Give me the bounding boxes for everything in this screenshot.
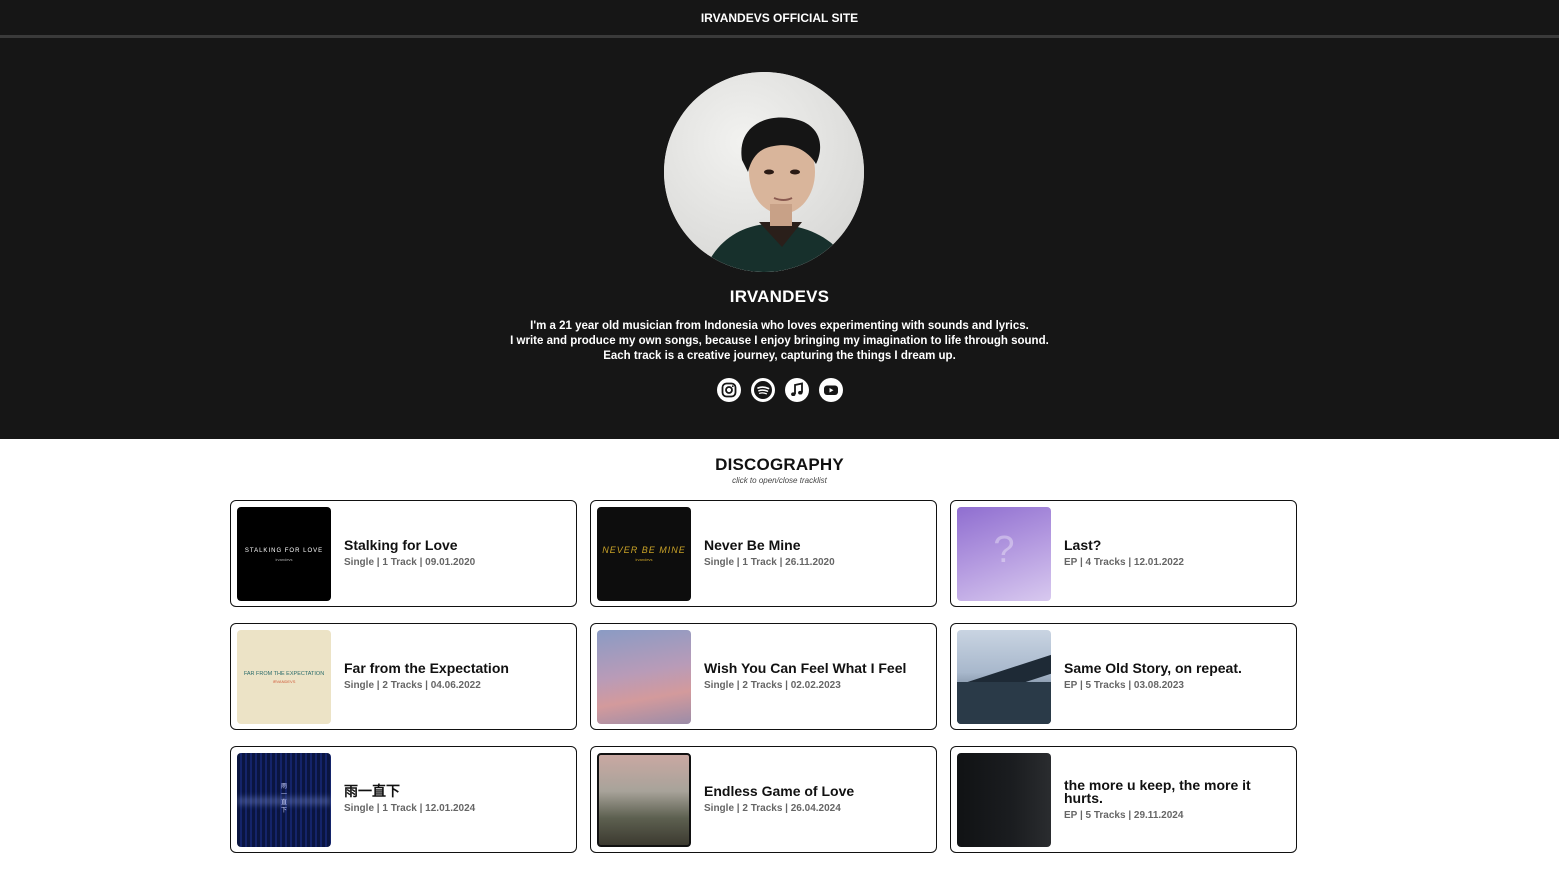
release-meta: Single | 1 Track | 26.11.2020: [704, 557, 835, 568]
site-header: IRVANDEVS OFFICIAL SITE: [0, 0, 1559, 38]
cover-text: FAR FROM THE EXPECTATION: [243, 670, 325, 677]
release-meta: Single | 1 Track | 09.01.2020: [344, 557, 476, 568]
release-title: Same Old Story, on repeat.: [1064, 660, 1242, 676]
album-cover: [957, 629, 1051, 724]
release-card[interactable]: Wish You Can Feel What I Feel Single | 2…: [590, 623, 937, 730]
album-cover: STALKING FOR LOVE irvandevs: [237, 506, 331, 601]
release-card[interactable]: the more u keep, the more it hurts. EP |…: [950, 746, 1297, 853]
release-card[interactable]: Same Old Story, on repeat. EP | 5 Tracks…: [950, 623, 1297, 730]
avatar-portrait: [664, 72, 864, 272]
bio-line: I'm a 21 year old musician from Indonesi…: [530, 320, 1029, 332]
cover-text: NEVER BE MINE: [602, 544, 686, 555]
release-title: Stalking for Love: [344, 537, 458, 553]
artist-name: IRVANDEVS: [729, 287, 830, 306]
avatar: [664, 72, 864, 272]
release-title: Last?: [1064, 537, 1102, 553]
release-meta: Single | 1 Track | 12.01.2024: [344, 803, 476, 814]
release-meta: EP | 5 Tracks | 03.08.2023: [1064, 680, 1184, 691]
release-card[interactable]: Endless Game of Love Single | 2 Tracks |…: [590, 746, 937, 853]
release-title: Far from the Expectation: [344, 660, 509, 676]
cover-text: 雨一直下: [280, 783, 287, 814]
release-title: the more u keep, the more it hurts.: [1064, 776, 1251, 806]
artist-bio: I'm a 21 year old musician from Indonesi…: [0, 319, 1559, 364]
release-meta: EP | 5 Tracks | 29.11.2024: [1064, 809, 1184, 821]
release-meta: Single | 2 Tracks | 02.02.2023: [704, 680, 841, 691]
bio-line: I write and produce my own songs, becaus…: [510, 335, 1049, 347]
cover-text: STALKING FOR LOVE: [244, 547, 324, 554]
release-title: Endless Game of Love: [704, 783, 855, 799]
discography-section: DISCOGRAPHY click to open/close tracklis…: [0, 455, 1559, 853]
cover-subtext: irvandevs: [635, 556, 653, 562]
release-card[interactable]: NEVER BE MINE irvandevs Never Be Mine Si…: [590, 500, 937, 607]
discography-title: DISCOGRAPHY: [715, 455, 844, 474]
instagram-icon[interactable]: [716, 378, 741, 402]
release-card[interactable]: STALKING FOR LOVE irvandevs Stalking for…: [230, 500, 577, 607]
site-title: IRVANDEVS OFFICIAL SITE: [700, 10, 859, 25]
album-cover: FAR FROM THE EXPECTATION IRVANDEVS: [237, 629, 331, 724]
release-grid: STALKING FOR LOVE irvandevs Stalking for…: [230, 500, 1297, 853]
discography-hint: click to open/close tracklist: [732, 476, 827, 485]
release-card[interactable]: FAR FROM THE EXPECTATION IRVANDEVS Far f…: [230, 623, 577, 730]
cover-text: ?: [993, 528, 1015, 571]
album-cover: [597, 752, 691, 847]
profile-section: IRVANDEVS I'm a 21 year old musician fro…: [0, 38, 1559, 439]
album-cover: [597, 629, 691, 724]
release-meta: EP | 4 Tracks | 12.01.2022: [1064, 557, 1184, 568]
release-title: Wish You Can Feel What I Feel: [704, 660, 907, 676]
youtube-icon[interactable]: [818, 378, 843, 402]
cover-subtext: irvandevs: [275, 556, 293, 562]
apple-music-icon[interactable]: [784, 378, 809, 402]
album-cover: [957, 752, 1051, 847]
release-card[interactable]: 雨一直下 雨一直下 Single | 1 Track | 12.01.2024: [230, 746, 577, 853]
social-links: [0, 378, 1559, 402]
release-meta: Single | 2 Tracks | 04.06.2022: [344, 680, 481, 691]
release-card[interactable]: ? Last? EP | 4 Tracks | 12.01.2022: [950, 500, 1297, 607]
album-cover: NEVER BE MINE irvandevs: [597, 506, 691, 601]
album-cover: ?: [957, 506, 1051, 601]
bio-line: Each track is a creative journey, captur…: [603, 350, 956, 362]
release-title: 雨一直下: [344, 783, 400, 799]
spotify-icon[interactable]: [750, 378, 775, 402]
album-cover: 雨一直下: [237, 752, 331, 847]
cover-subtext: IRVANDEVS: [272, 678, 296, 684]
release-meta: Single | 2 Tracks | 26.04.2024: [704, 803, 841, 814]
release-title: Never Be Mine: [704, 537, 801, 553]
